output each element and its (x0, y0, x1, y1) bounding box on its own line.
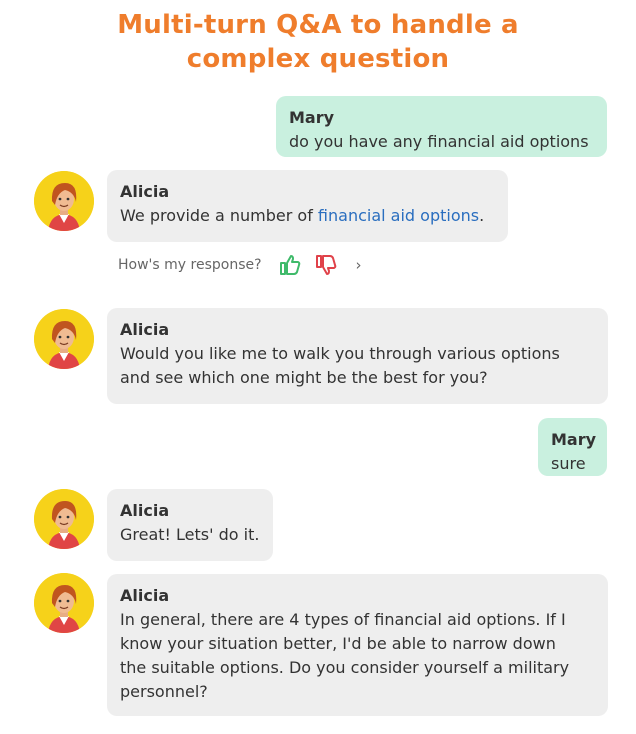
message-line-4: personnel? (120, 682, 208, 701)
feedback-row: How's my response? › (118, 252, 362, 278)
avatar-illustration (34, 573, 94, 633)
sender-name: Alicia (120, 586, 170, 605)
bot-message: Alicia Great! Lets' do it. (107, 489, 273, 561)
feedback-prompt: How's my response? (118, 257, 262, 273)
avatar (34, 309, 94, 369)
sender-name: Alicia (120, 182, 170, 201)
user-message: Mary do you have any financial aid optio… (276, 96, 607, 157)
avatar-illustration (34, 171, 94, 231)
sender-name: Mary (551, 430, 597, 449)
message-line-1: Would you like me to walk you through va… (120, 344, 560, 363)
message-line-2: and see which one might be the best for … (120, 368, 488, 387)
financial-aid-link[interactable]: financial aid options (318, 206, 479, 225)
page-title: Multi-turn Q&A to handle a complex quest… (0, 8, 636, 76)
message-text: do you have any financial aid options (289, 132, 589, 151)
bot-message: Alicia Would you like me to walk you thr… (107, 308, 608, 404)
sender-name: Alicia (120, 501, 170, 520)
message-text-end: . (479, 206, 485, 225)
thumbs-down-icon[interactable] (314, 253, 338, 277)
message-text: sure (551, 454, 586, 473)
bot-message: Alicia In general, there are 4 types of … (107, 574, 608, 716)
title-line-2: complex question (186, 44, 450, 74)
avatar (34, 573, 94, 633)
message-line-2: know your situation better, I'd be able … (120, 634, 556, 653)
message-text: Great! Lets' do it. (120, 525, 260, 544)
chevron-right-icon[interactable]: › (356, 256, 362, 274)
message-line-1: In general, there are 4 types of financi… (120, 610, 566, 629)
sender-name: Alicia (120, 320, 170, 339)
avatar-illustration (34, 489, 94, 549)
message-text: We provide a number of (120, 206, 318, 225)
avatar (34, 489, 94, 549)
avatar-illustration (34, 309, 94, 369)
sender-name: Mary (289, 108, 335, 127)
user-message: Mary sure (538, 418, 607, 476)
message-line-3: the suitable options. Do you consider yo… (120, 658, 570, 677)
bot-message: Alicia We provide a number of financial … (107, 170, 508, 242)
avatar (34, 171, 94, 231)
thumbs-up-icon[interactable] (278, 253, 302, 277)
title-line-1: Multi-turn Q&A to handle a (117, 10, 519, 40)
